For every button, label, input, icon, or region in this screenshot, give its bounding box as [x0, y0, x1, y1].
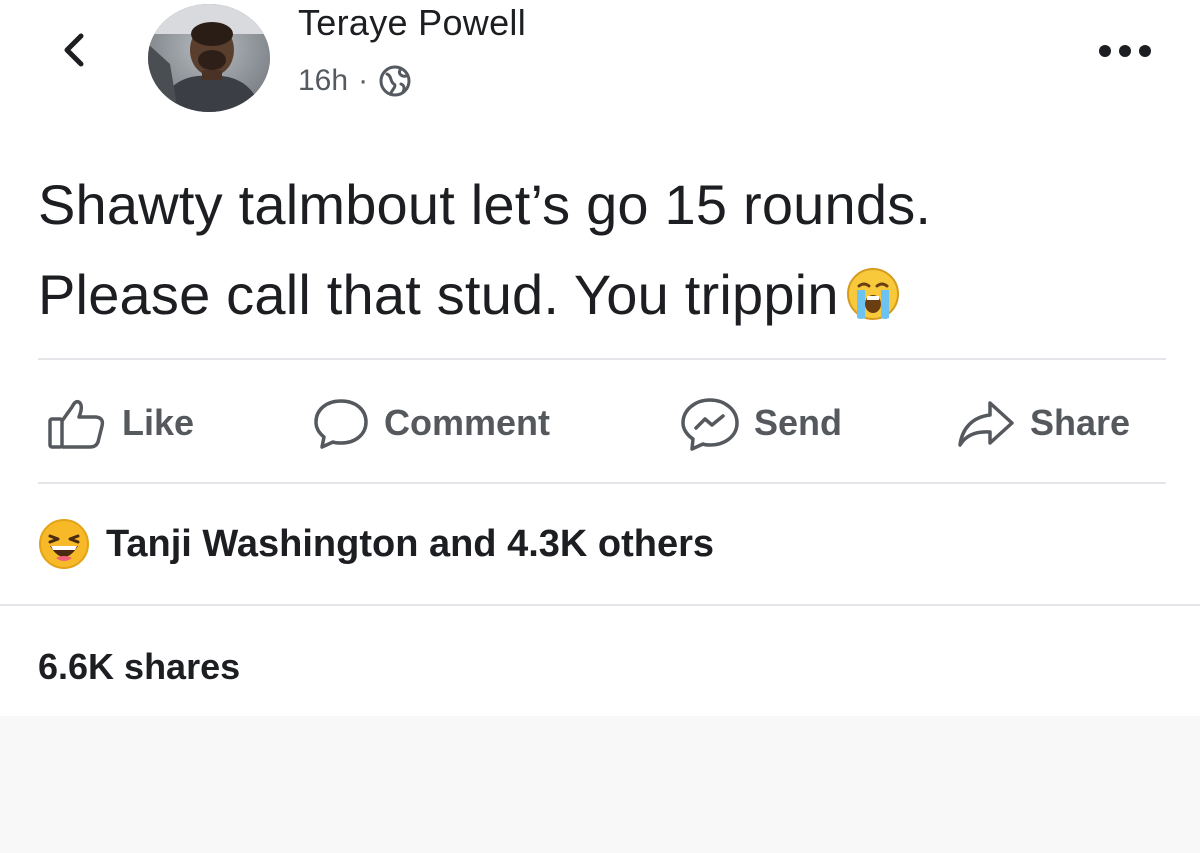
comments-area	[0, 716, 1200, 853]
share-label: Share	[1030, 402, 1131, 443]
more-horizontal-icon	[1099, 45, 1151, 57]
haha-reaction-icon	[39, 519, 89, 569]
divider	[38, 358, 1166, 360]
post-text-line-1: Shawty talmbout let’s go 15 rounds.	[38, 173, 932, 236]
post-text: Shawty talmbout let’s go 15 rounds. Plea…	[38, 160, 1168, 340]
like-button[interactable]: Like	[46, 390, 194, 456]
comment-bubble-icon	[314, 399, 368, 449]
globe-icon[interactable]	[378, 64, 412, 98]
like-label: Like	[122, 402, 195, 443]
divider	[38, 482, 1166, 484]
meta-separator: ·	[358, 64, 369, 97]
thumbs-up-icon	[48, 399, 105, 449]
loudly-crying-face-emoji	[846, 268, 899, 320]
author-name[interactable]: Teraye Powell	[298, 2, 526, 44]
post-text-line-2: Please call that stud. You trippin	[38, 250, 1168, 340]
post-text-line-2-text: Please call that stud. You trippin	[38, 263, 839, 326]
reactions-summary[interactable]: Tanji Washington and 4.3K others	[38, 518, 714, 570]
share-button[interactable]: Share	[954, 390, 1130, 456]
profile-photo	[148, 4, 270, 112]
back-button[interactable]	[52, 28, 96, 72]
more-options-button[interactable]	[1092, 36, 1158, 66]
comment-label: Comment	[384, 402, 551, 443]
share-arrow-icon	[958, 401, 1014, 447]
messenger-icon	[681, 398, 739, 451]
avatar[interactable]	[148, 4, 270, 112]
divider	[0, 604, 1200, 606]
send-label: Send	[754, 402, 843, 443]
send-button[interactable]: Send	[678, 390, 842, 456]
action-bar: Like Comment Send Share	[0, 390, 1200, 456]
shares-count[interactable]: 6.6K shares	[38, 646, 240, 688]
post-timestamp[interactable]: 16h	[298, 64, 348, 98]
reactions-summary-text: Tanji Washington and 4.3K others	[106, 522, 715, 565]
comment-button[interactable]: Comment	[310, 390, 550, 456]
post-meta: 16h ·	[298, 64, 412, 98]
chevron-left-icon	[64, 33, 84, 67]
